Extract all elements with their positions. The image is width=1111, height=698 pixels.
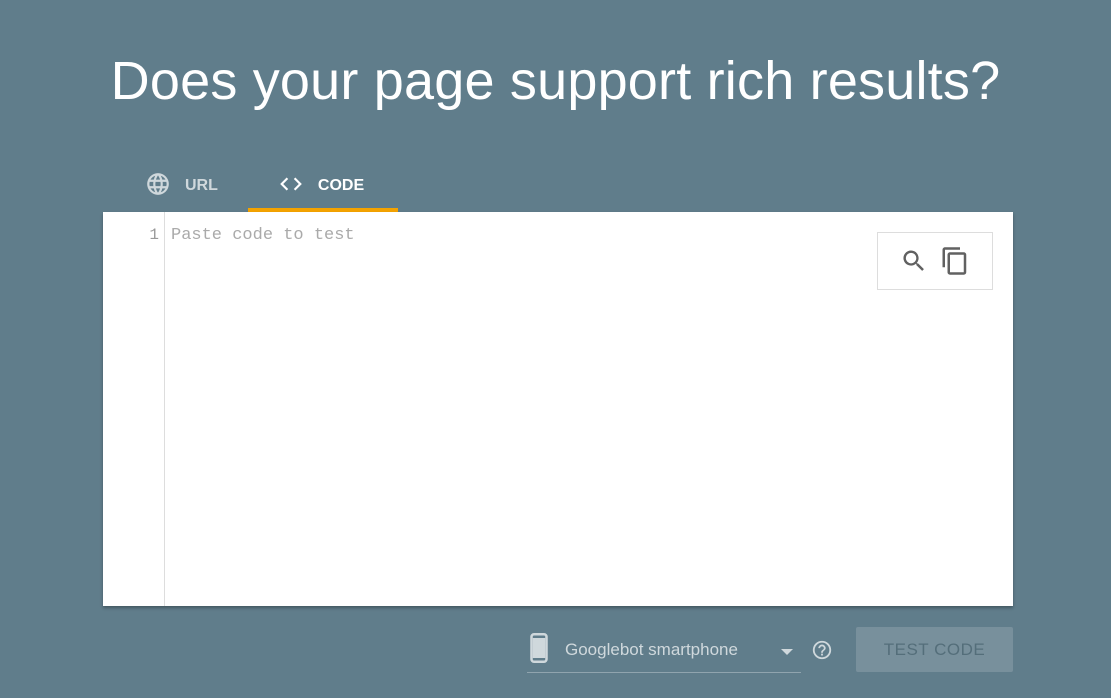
tab-code[interactable]: CODE xyxy=(247,160,398,212)
globe-icon xyxy=(145,171,185,202)
code-input-placeholder[interactable]: Paste code to test xyxy=(171,226,355,245)
smartphone-icon xyxy=(527,632,551,668)
page-title: Does your page support rich results? xyxy=(110,51,1001,111)
tab-url-label: URL xyxy=(185,177,218,194)
code-icon xyxy=(278,171,318,202)
device-select-value: Googlebot smartphone xyxy=(565,640,738,659)
search-icon[interactable] xyxy=(900,247,928,275)
code-editor[interactable]: 1 Paste code to test xyxy=(103,212,1013,606)
test-code-button[interactable]: TEST CODE xyxy=(856,627,1013,672)
copy-icon[interactable] xyxy=(940,246,970,276)
device-select[interactable]: Googlebot smartphone xyxy=(527,628,801,673)
chevron-down-icon[interactable] xyxy=(781,649,793,655)
editor-toolbar xyxy=(877,232,993,290)
input-mode-tabs: URL CODE xyxy=(103,160,398,212)
tab-code-label: CODE xyxy=(317,177,365,194)
help-icon[interactable] xyxy=(811,639,833,666)
line-number: 1 xyxy=(149,226,159,244)
tab-url[interactable]: URL xyxy=(103,160,248,212)
line-gutter: 1 xyxy=(103,212,165,606)
